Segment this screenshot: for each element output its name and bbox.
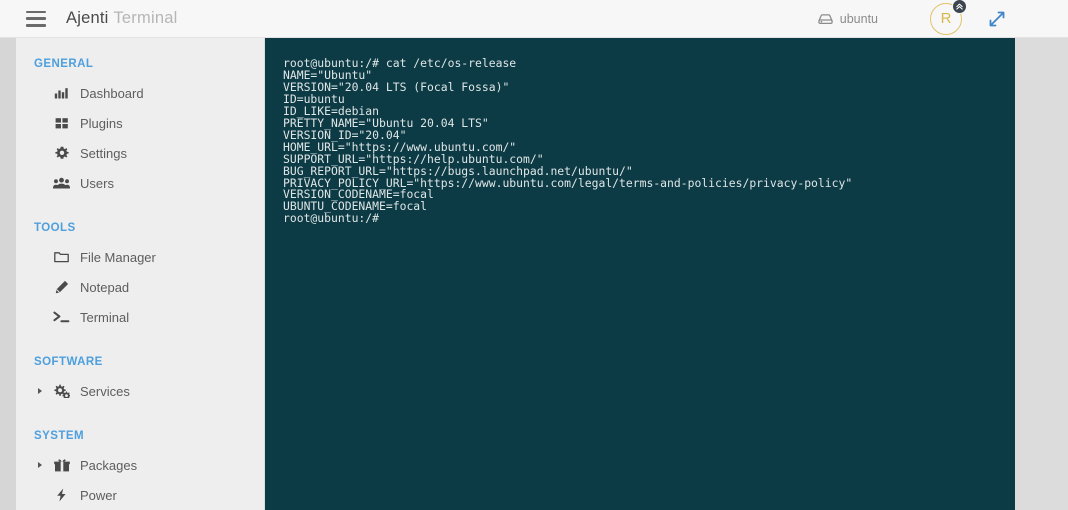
server-label: ubuntu [839, 11, 878, 26]
right-empty-pane [1015, 38, 1068, 510]
chevron-right-icon[interactable] [38, 462, 42, 468]
app-brand-title: Ajenti Terminal [66, 9, 177, 28]
sidebar-section-title: SOFTWARE [34, 356, 103, 368]
chevron-right-icon[interactable] [38, 388, 42, 394]
prompt-icon [52, 311, 71, 323]
hamburger-menu-icon[interactable] [26, 10, 46, 27]
sidebar-section-title: GENERAL [34, 58, 94, 70]
sidebar-section-title: SYSTEM [34, 430, 84, 442]
hamburger-bar [26, 10, 46, 14]
package-gift-icon [52, 458, 71, 472]
user-avatar[interactable]: R [930, 0, 967, 37]
brand-page-name: Terminal [113, 9, 178, 27]
chart-bar-icon [52, 87, 71, 100]
grid-blocks-icon [52, 117, 71, 130]
sidebar-item-dashboard[interactable]: Dashboard [16, 78, 264, 108]
gear-icon [52, 146, 71, 160]
sidebar-item-label: Services [80, 383, 130, 399]
left-scrollbar-gutter[interactable] [0, 38, 16, 510]
sidebar-item-label: Notepad [80, 279, 130, 295]
sidebar-item-label: Power [80, 487, 117, 503]
sidebar-item-terminal[interactable]: Terminal [16, 302, 264, 332]
server-icon [818, 13, 833, 25]
double-chevron-up-icon [952, 0, 967, 14]
terminal-line: VERSION="20.04 LTS (Focal Fossa)" [283, 79, 510, 94]
hamburger-bar [26, 17, 46, 20]
terminal-line: UBUNTU_CODENAME=focal [283, 199, 428, 214]
users-icon [52, 177, 71, 189]
hamburger-bar [26, 23, 46, 27]
sidebar-navigation: GENERAL Dashboard Plugins Settings Users TOOL… [16, 38, 265, 510]
sidebar-item-packages[interactable]: Packages [16, 450, 264, 480]
sidebar-item-settings[interactable]: Settings [16, 138, 264, 168]
sidebar-item-notepad[interactable]: Notepad [16, 272, 264, 302]
folder-icon [52, 251, 71, 263]
header-right-controls: ubuntu R [818, 0, 1068, 38]
sidebar-item-services[interactable]: Services [16, 376, 264, 406]
gears-icon [52, 384, 71, 398]
app-root: Ajenti Terminal ubuntu R GENERAL Dashboa… [0, 0, 1068, 510]
expand-arrows-icon[interactable] [988, 10, 1006, 28]
sidebar-item-file-manager[interactable]: File Manager [16, 242, 264, 272]
sidebar-item-label: Settings [80, 145, 127, 161]
terminal-output-pane[interactable]: root@ubuntu:/# cat /etc/os-release NAME="… [265, 38, 1015, 510]
sidebar-item-power[interactable]: Power [16, 480, 264, 510]
sidebar-item-plugins[interactable]: Plugins [16, 108, 264, 138]
bolt-icon [52, 488, 71, 502]
sidebar-item-label: Users [80, 175, 114, 191]
sidebar-item-label: File Manager [80, 249, 156, 265]
sidebar-item-label: Plugins [80, 115, 123, 131]
top-header-bar: Ajenti Terminal ubuntu R [0, 0, 1068, 38]
terminal-line: ID=ubuntu [283, 91, 345, 106]
terminal-line: root@ubuntu:/# cat /etc/os-release [283, 56, 517, 70]
sidebar-item-label: Dashboard [80, 85, 144, 101]
terminal-line: root@ubuntu:/# [283, 211, 380, 226]
sidebar-item-label: Packages [80, 457, 138, 473]
server-selector[interactable]: ubuntu [818, 12, 878, 26]
brand-name: Ajenti [66, 9, 109, 27]
pencil-icon [52, 280, 71, 294]
sidebar-item-users[interactable]: Users [16, 168, 264, 198]
sidebar-section-title: TOOLS [34, 222, 76, 234]
sidebar-item-label: Terminal [80, 309, 130, 325]
